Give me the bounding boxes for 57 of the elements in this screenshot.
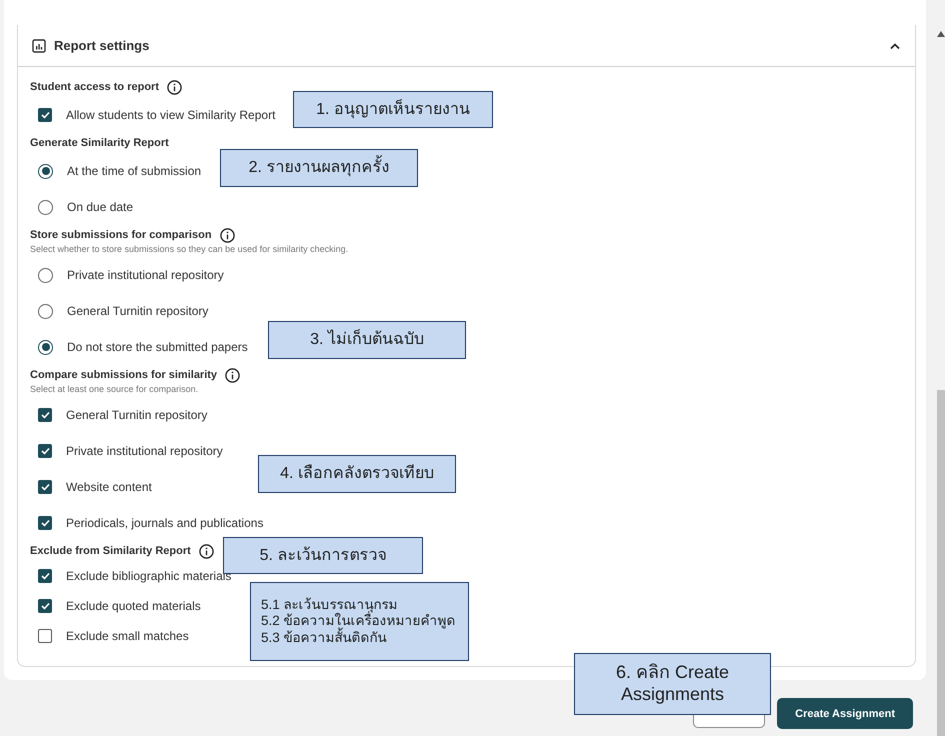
check-icon [40,111,50,119]
check-icon [40,411,50,419]
checkbox[interactable] [38,516,52,530]
option-label: Private institutional repository [67,268,224,282]
option-label: Exclude quoted materials [66,599,201,613]
info-icon[interactable] [225,368,240,382]
checkbox[interactable] [38,569,52,583]
option-label: Website content [66,480,152,494]
option-label: General Turnitin repository [67,304,208,318]
checkbox[interactable] [38,408,52,422]
annotation-tooltip: 2. รายงานผลทุกครั้ง [220,149,418,187]
panel-title: Report settings [54,38,150,53]
option-label: Private institutional repository [66,444,223,458]
chart-icon [32,38,46,52]
radio-button[interactable] [38,200,53,214]
annotation-tooltip: 3. ไม่เก็บต้นฉบับ [268,321,466,359]
annotation-tooltip: 6. คลิก Create Assignments [574,653,771,715]
section-heading: Store submissions for comparison [30,229,212,241]
section-hint: Select whether to store submissions so they can be used for similarity checking. [30,244,350,254]
checkbox[interactable] [38,599,52,613]
section-heading: Exclude from Similarity Report [30,545,191,557]
radio-button[interactable] [38,340,53,354]
option-label: On due date [67,200,134,214]
check-icon [40,602,50,610]
checkbox[interactable] [38,629,52,643]
section-hint: Select at least one source for comparison. [30,384,200,394]
option-label: Periodicals, journals and publications [66,516,264,530]
info-icon[interactable] [198,544,214,558]
panel-header[interactable]: Report settings [18,25,915,67]
radio-button[interactable] [38,164,53,178]
checkbox[interactable] [38,444,52,458]
annotation-tooltip: 4. เลือกคลังตรวจเทียบ [258,455,456,493]
check-icon [40,483,50,491]
section-heading: Compare submissions for similarity [30,369,218,381]
section-heading: Student access to report [30,81,159,93]
info-icon[interactable] [166,80,182,94]
option-label: Allow students to view Similarity Report [66,108,276,122]
check-icon [40,519,50,527]
chevron-icon[interactable] [889,42,901,50]
option-label: Do not store the submitted papers [67,340,248,354]
annotation-tooltip: 1. อนุญาตเห็นรายงาน [293,91,493,128]
create-assignment-button[interactable]: Create Assignment [777,698,913,729]
scrollbar-thumb[interactable] [937,390,945,736]
check-icon [40,447,50,455]
radio-button[interactable] [38,304,53,318]
annotation-tooltip: 5.1 ละเว้นบรรณานุกรม 5.2 ข้อความในเครื่องหมายคำพูด 5.3 ข้อความสั้นติดกัน [250,582,469,661]
checkbox[interactable] [38,108,52,122]
check-icon [40,572,50,580]
section-heading: Generate Similarity Report [30,137,169,149]
checkbox[interactable] [38,480,52,494]
info-icon[interactable] [220,228,235,242]
option-label: At the time of submission [67,164,202,178]
annotation-tooltip: 5. ละเว้นการตรวจ [223,537,423,574]
option-label: Exclude small matches [66,629,189,643]
scroll-up-icon[interactable] [937,30,945,38]
option-label: General Turnitin repository [66,408,208,422]
radio-button[interactable] [38,268,53,282]
